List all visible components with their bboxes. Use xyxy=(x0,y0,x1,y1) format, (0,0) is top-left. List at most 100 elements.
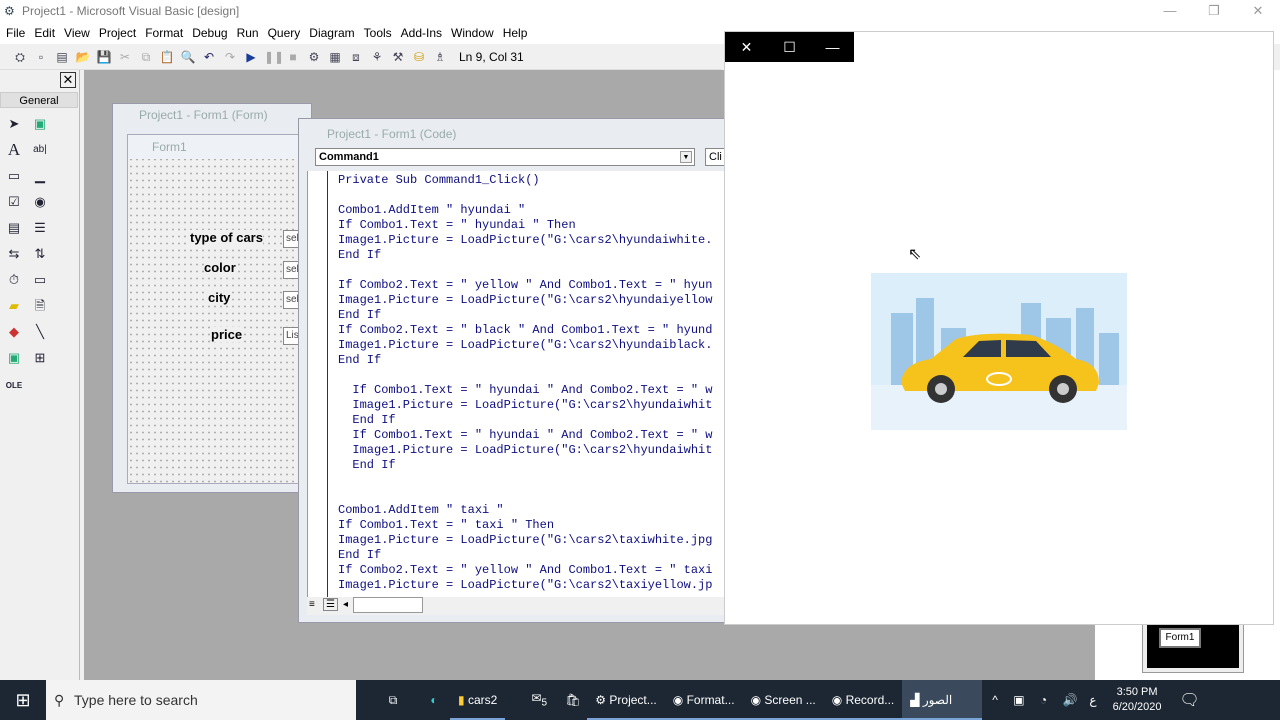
taskbar-search[interactable]: ⚲ Type here to search xyxy=(46,680,356,720)
hscrollbar-tool-icon[interactable]: ⇆ xyxy=(4,244,24,264)
add-project-icon[interactable]: ⛭ xyxy=(12,49,28,65)
car-image xyxy=(871,273,1127,430)
full-module-view-icon[interactable]: ☰ xyxy=(323,598,338,611)
code-line: Private Sub Command1_Click() xyxy=(338,173,540,187)
toolbox-tab-general[interactable]: General xyxy=(0,92,78,108)
code-line: Combo1.AddItem " taxi " xyxy=(338,503,504,517)
textbox-tool-icon[interactable]: ab| xyxy=(30,140,50,160)
label-price[interactable]: price xyxy=(211,327,243,342)
cut-icon[interactable]: ✂ xyxy=(117,49,133,65)
menu-window[interactable]: Window xyxy=(451,22,494,44)
paste-icon[interactable]: 📋 xyxy=(159,49,175,65)
maximize-icon[interactable]: ☐ xyxy=(768,32,811,62)
properties-icon[interactable]: ▦ xyxy=(327,49,343,65)
drivelistbox-tool-icon[interactable]: ▭ xyxy=(30,270,50,290)
copy-icon[interactable]: ⧉ xyxy=(138,49,154,65)
menu-diagram[interactable]: Diagram xyxy=(309,22,354,44)
notification-icon[interactable]: 🗨 xyxy=(1180,690,1200,710)
toolbox-icon[interactable]: ⚒ xyxy=(390,49,406,65)
menu-edit[interactable]: Edit xyxy=(34,22,55,44)
procedure-view-icon[interactable]: ≡ xyxy=(309,599,315,610)
close-icon[interactable]: ✕ xyxy=(725,32,768,62)
pointer-tool-icon[interactable]: ➤ xyxy=(4,114,24,134)
taskbar-item-format[interactable]: ◉ Format... xyxy=(664,680,743,720)
object-dropdown[interactable]: Command1 ▼ xyxy=(315,148,695,166)
scroll-left-icon[interactable]: ◂ xyxy=(343,599,348,610)
edge-icon[interactable]: ◐ xyxy=(418,693,450,707)
chevron-down-icon[interactable]: ▼ xyxy=(680,151,692,163)
minimize-icon[interactable]: — xyxy=(811,32,854,62)
find-icon[interactable]: 🔍 xyxy=(180,49,196,65)
dirlistbox-tool-icon[interactable]: ▰ xyxy=(4,296,24,316)
code-window: Project1 - Form1 (Code) Command1 ▼ Cli Pr… xyxy=(298,118,737,623)
menu-tools[interactable]: Tools xyxy=(364,22,392,44)
label-type-of-cars[interactable]: type of cars xyxy=(190,230,263,245)
listbox-tool-icon[interactable]: ☰ xyxy=(30,218,50,238)
add-form-icon[interactable]: ▫ xyxy=(33,49,49,65)
close-button[interactable]: ✕ xyxy=(1236,0,1280,22)
combobox-tool-icon[interactable]: ▤ xyxy=(4,218,24,238)
menu-file[interactable]: File xyxy=(6,22,25,44)
minimize-button[interactable]: — xyxy=(1148,0,1192,22)
undo-icon[interactable]: ↶ xyxy=(201,49,217,65)
image-tool-icon[interactable]: ▣ xyxy=(4,348,24,368)
start-icon[interactable]: ▶ xyxy=(243,49,259,65)
open-icon[interactable]: 📂 xyxy=(75,49,91,65)
taskbar-item-record[interactable]: ◉ Record... xyxy=(823,680,903,720)
stop-icon[interactable]: ■ xyxy=(285,49,301,65)
shape-tool-icon[interactable]: ◆ xyxy=(4,322,24,342)
task-view-icon[interactable]: ⧉ xyxy=(368,693,418,708)
component-manager-icon[interactable]: ♗ xyxy=(432,49,448,65)
object-dropdown-value: Command1 xyxy=(319,151,379,163)
mail-icon[interactable]: ✉5 xyxy=(519,691,559,708)
pause-icon[interactable]: ❚❚ xyxy=(264,49,284,65)
menu-editor-icon[interactable]: ▤ xyxy=(54,49,70,65)
code-line: If Combo2.Text = " yellow " And Combo1.T… xyxy=(338,563,713,577)
timer-tool-icon[interactable]: ⏱ xyxy=(4,270,24,290)
form-layout-icon[interactable]: ⧈ xyxy=(348,49,364,65)
clock[interactable]: 3:50 PM 6/20/2020 xyxy=(1113,685,1162,715)
save-icon[interactable]: 💾 xyxy=(96,49,112,65)
optionbutton-tool-icon[interactable]: ◉ xyxy=(30,192,50,212)
taskbar-item-photos[interactable]: ▟ الصور xyxy=(902,680,983,720)
start-button[interactable]: ⊞ xyxy=(0,690,46,711)
menu-run[interactable]: Run xyxy=(237,22,259,44)
label-color[interactable]: color xyxy=(204,260,236,275)
menu-addins[interactable]: Add-Ins xyxy=(401,22,442,44)
vscrollbar-tool-icon[interactable]: ⇅ xyxy=(30,244,50,264)
label-city[interactable]: city xyxy=(208,290,231,305)
taskbar-item-cars2[interactable]: ▮ cars2 xyxy=(450,680,506,720)
data-tool-icon[interactable]: ⊞ xyxy=(30,348,50,368)
horizontal-scrollbar[interactable] xyxy=(353,597,423,613)
picturebox-tool-icon[interactable]: ▣ xyxy=(30,114,50,134)
menu-format[interactable]: Format xyxy=(145,22,183,44)
label-tool-icon[interactable]: A xyxy=(4,140,24,160)
menu-query[interactable]: Query xyxy=(268,22,301,44)
commandbutton-tool-icon[interactable]: ▁ xyxy=(30,166,50,186)
redo-icon[interactable]: ↷ xyxy=(222,49,238,65)
language-indicator[interactable]: ع xyxy=(1089,693,1096,707)
code-line: Image1.Picture = LoadPicture("G:\cars2\t… xyxy=(338,533,713,547)
taskbar-item-project[interactable]: ⚙ Project... xyxy=(587,680,665,720)
store-icon[interactable]: 🛍 xyxy=(559,693,587,707)
menu-project[interactable]: Project xyxy=(99,22,136,44)
restore-button[interactable]: ❐ xyxy=(1192,0,1236,22)
filelistbox-tool-icon[interactable]: 🗎 xyxy=(30,296,50,316)
project-explorer-icon[interactable]: ⚙ xyxy=(306,49,322,65)
form-layout-form1[interactable]: Form1 xyxy=(1159,628,1201,648)
code-editor[interactable]: Private Sub Command1_Click() Combo1.AddIt… xyxy=(307,171,737,597)
checkbox-tool-icon[interactable]: ☑ xyxy=(4,192,24,212)
toolbox-close-icon[interactable]: ✕ xyxy=(60,72,76,88)
ole-tool-icon[interactable]: OLE xyxy=(4,376,24,396)
data-view-icon[interactable]: ⛁ xyxy=(411,49,427,65)
system-tray-icons[interactable]: ^ ▣ ◔ 🔊 xyxy=(992,693,1083,707)
menu-help[interactable]: Help xyxy=(503,22,528,44)
form1-design-surface[interactable]: Form1 type of cars color city price sel … xyxy=(127,134,313,484)
menu-debug[interactable]: Debug xyxy=(192,22,227,44)
menu-view[interactable]: View xyxy=(64,22,90,44)
taskbar-label: Format... xyxy=(686,693,735,707)
object-browser-icon[interactable]: ⚘ xyxy=(369,49,385,65)
frame-tool-icon[interactable]: ▭ xyxy=(4,166,24,186)
line-tool-icon[interactable]: ╲ xyxy=(30,322,50,342)
taskbar-item-screen[interactable]: ◉ Screen ... xyxy=(742,680,824,720)
